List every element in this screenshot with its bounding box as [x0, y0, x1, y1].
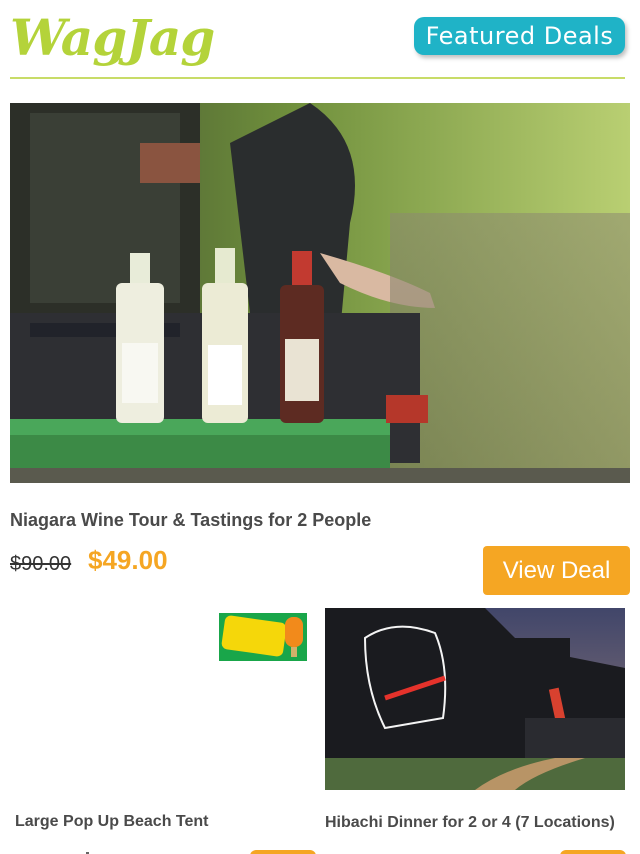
card-title-hibachi[interactable]: Hibachi Dinner for 2 or 4 (7 Locations) — [325, 814, 615, 832]
header-divider — [10, 77, 625, 79]
view-deal-button[interactable]: View Deal — [483, 546, 630, 595]
featured-deals-button[interactable]: Featured Deals — [414, 17, 625, 55]
hibachi-restaurant-image[interactable] — [325, 608, 625, 790]
view-deal-button-beach-tent[interactable] — [250, 850, 316, 854]
wine-tour-hero-image[interactable] — [10, 103, 630, 483]
popsicle-badge-icon — [219, 613, 307, 661]
wagjag-logo[interactable]: WagJag — [10, 8, 215, 68]
main-deal-title[interactable]: Niagara Wine Tour & Tastings for 2 Peopl… — [10, 510, 371, 531]
summer-price-drop-badge — [219, 613, 307, 661]
deal-price: $49.00 — [88, 545, 168, 575]
view-deal-button-hibachi[interactable] — [560, 850, 626, 854]
hibachi-storefront-illustration — [325, 608, 625, 790]
original-price: $90.00 — [10, 553, 72, 575]
wine-bottles-illustration — [10, 103, 630, 483]
card-title-beach-tent[interactable]: Large Pop Up Beach Tent — [15, 813, 209, 831]
site-header: WagJag Featured Deals — [0, 0, 640, 80]
